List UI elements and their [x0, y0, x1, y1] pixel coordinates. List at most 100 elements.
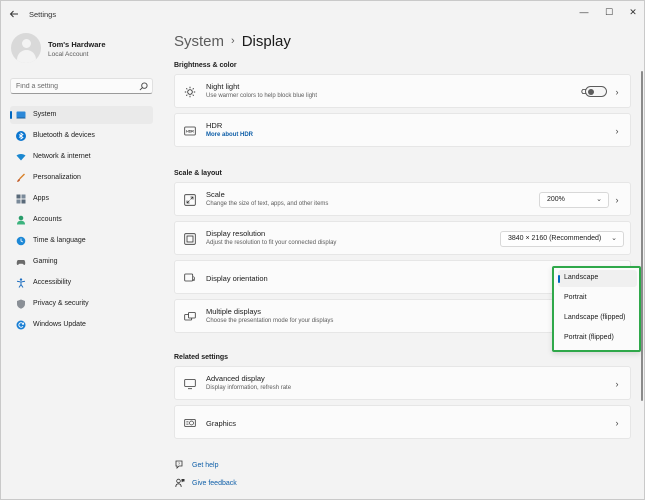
monitor-icon — [184, 379, 196, 390]
sun-icon — [184, 86, 196, 98]
advanced-display-desc: Display information, refresh rate — [206, 385, 292, 391]
orientation-option-label: Portrait — [564, 294, 587, 301]
minimize-button[interactable]: — — [573, 4, 595, 20]
sidebar: Tom's Hardware Local Account System Blue… — [1, 27, 161, 499]
graphics-card[interactable]: Graphics › — [174, 405, 631, 439]
sidebar-item-windows-update[interactable]: Windows Update — [10, 316, 153, 334]
sidebar-item-accessibility[interactable]: Accessibility — [10, 274, 153, 292]
scale-desc: Change the size of text, apps, and other… — [206, 201, 329, 207]
sidebar-item-label: Gaming — [33, 258, 58, 265]
multiple-displays-title: Multiple displays — [206, 307, 262, 316]
sidebar-item-apps[interactable]: Apps — [10, 190, 153, 208]
sidebar-item-label: Apps — [33, 195, 49, 202]
sidebar-item-accounts[interactable]: Accounts — [10, 211, 153, 229]
svg-text:?: ? — [178, 461, 181, 466]
sidebar-item-label: Personalization — [33, 174, 81, 181]
scrollbar-thumb[interactable] — [641, 71, 643, 401]
network-icon — [16, 154, 26, 161]
multiple-displays-icon — [184, 312, 196, 321]
close-button[interactable]: ✕ — [622, 4, 644, 20]
sidebar-item-label: System — [33, 111, 57, 118]
chevron-right-icon[interactable]: › — [613, 87, 621, 97]
search-box[interactable] — [10, 78, 153, 94]
orientation-title: Display orientation — [206, 274, 268, 283]
hdr-icon: HDR — [184, 126, 196, 136]
orientation-option-label: Portrait (flipped) — [564, 334, 614, 341]
section-related-settings: Related settings — [174, 354, 229, 361]
maximize-button[interactable]: ☐ — [598, 4, 620, 20]
sidebar-item-label: Windows Update — [33, 321, 86, 328]
chevron-right-icon[interactable]: › — [613, 126, 621, 136]
orientation-dropdown: Landscape Portrait Landscape (flipped) P… — [552, 266, 641, 352]
gamepad-icon — [16, 260, 26, 266]
scale-title: Scale — [206, 190, 225, 199]
search-icon[interactable] — [139, 82, 148, 91]
sidebar-item-network[interactable]: Network & internet — [10, 148, 153, 166]
orientation-option-label: Landscape (flipped) — [564, 314, 626, 321]
brush-icon — [17, 173, 25, 182]
night-light-card[interactable]: Night light Use warmer colors to help bl… — [174, 74, 631, 108]
graphics-title: Graphics — [206, 419, 237, 428]
sidebar-item-label: Network & internet — [33, 153, 91, 160]
title-bar: Settings — ☐ ✕ — [1, 1, 644, 27]
sidebar-item-privacy-security[interactable]: Privacy & security — [10, 295, 153, 313]
orientation-option-portrait-flipped[interactable]: Portrait (flipped) — [558, 330, 637, 347]
night-light-desc: Use warmer colors to help block blue lig… — [206, 93, 318, 99]
chevron-right-icon[interactable]: › — [613, 379, 621, 389]
chevron-right-icon[interactable]: › — [613, 195, 621, 205]
user-account-type: Local Account — [48, 51, 89, 58]
resolution-title: Display resolution — [206, 229, 266, 238]
scale-select[interactable]: 200% ⌄ — [539, 192, 609, 208]
avatar-body — [17, 50, 36, 63]
scale-icon — [184, 194, 196, 206]
scale-value: 200% — [547, 196, 565, 203]
resolution-select[interactable]: 3840 × 2160 (Recommended) ⌄ — [500, 231, 624, 247]
section-scale-layout: Scale & layout — [174, 170, 222, 177]
breadcrumb-parent[interactable]: System — [174, 33, 224, 50]
scale-card[interactable]: Scale Change the size of text, apps, and… — [174, 182, 631, 216]
resolution-icon — [184, 233, 196, 245]
sidebar-item-label: Accounts — [33, 216, 62, 223]
back-arrow-icon — [9, 10, 18, 18]
orientation-option-landscape-flipped[interactable]: Landscape (flipped) — [558, 310, 637, 327]
night-light-toggle[interactable] — [585, 86, 607, 97]
section-brightness-color: Brightness & color — [174, 62, 237, 69]
apps-icon — [16, 194, 26, 204]
multiple-displays-desc: Choose the presentation mode for your di… — [206, 318, 334, 324]
globe-clock-icon — [16, 236, 26, 246]
sidebar-item-gaming[interactable]: Gaming — [10, 253, 153, 271]
svg-text:HDR: HDR — [186, 130, 194, 134]
shield-icon — [17, 299, 25, 309]
help-icon: ? — [175, 460, 183, 469]
breadcrumb-separator: › — [231, 35, 235, 47]
get-help-label: Get help — [192, 462, 219, 469]
avatar[interactable] — [11, 33, 41, 63]
hdr-link[interactable]: More about HDR — [206, 132, 253, 138]
accessibility-icon — [16, 278, 26, 288]
orientation-option-portrait[interactable]: Portrait — [558, 290, 637, 307]
sidebar-item-personalization[interactable]: Personalization — [10, 169, 153, 187]
sidebar-item-label: Accessibility — [33, 279, 72, 286]
page-title: Display — [241, 33, 291, 50]
hdr-title: HDR — [206, 121, 223, 130]
user-name: Tom's Hardware — [48, 40, 106, 49]
sidebar-item-system[interactable]: System — [10, 106, 153, 124]
give-feedback-label: Give feedback — [192, 480, 237, 487]
sidebar-item-label: Bluetooth & devices — [33, 132, 95, 139]
sidebar-item-label: Time & language — [33, 237, 86, 244]
feedback-icon — [175, 478, 185, 488]
hdr-card[interactable]: HDR HDR More about HDR › — [174, 113, 631, 147]
accounts-icon — [17, 215, 25, 225]
system-icon — [16, 111, 26, 119]
sidebar-item-time-language[interactable]: Time & language — [10, 232, 153, 250]
search-input[interactable] — [16, 81, 136, 92]
chevron-down-icon: ⌄ — [611, 235, 617, 242]
advanced-display-title: Advanced display — [206, 374, 265, 383]
back-button[interactable] — [7, 7, 21, 21]
orientation-option-landscape[interactable]: Landscape — [558, 270, 637, 287]
advanced-display-card[interactable]: Advanced display Display information, re… — [174, 366, 631, 400]
night-light-title: Night light — [206, 82, 240, 91]
display-resolution-card[interactable]: Display resolution Adjust the resolution… — [174, 221, 631, 255]
chevron-right-icon[interactable]: › — [613, 418, 621, 428]
sidebar-item-bluetooth[interactable]: Bluetooth & devices — [10, 127, 153, 145]
